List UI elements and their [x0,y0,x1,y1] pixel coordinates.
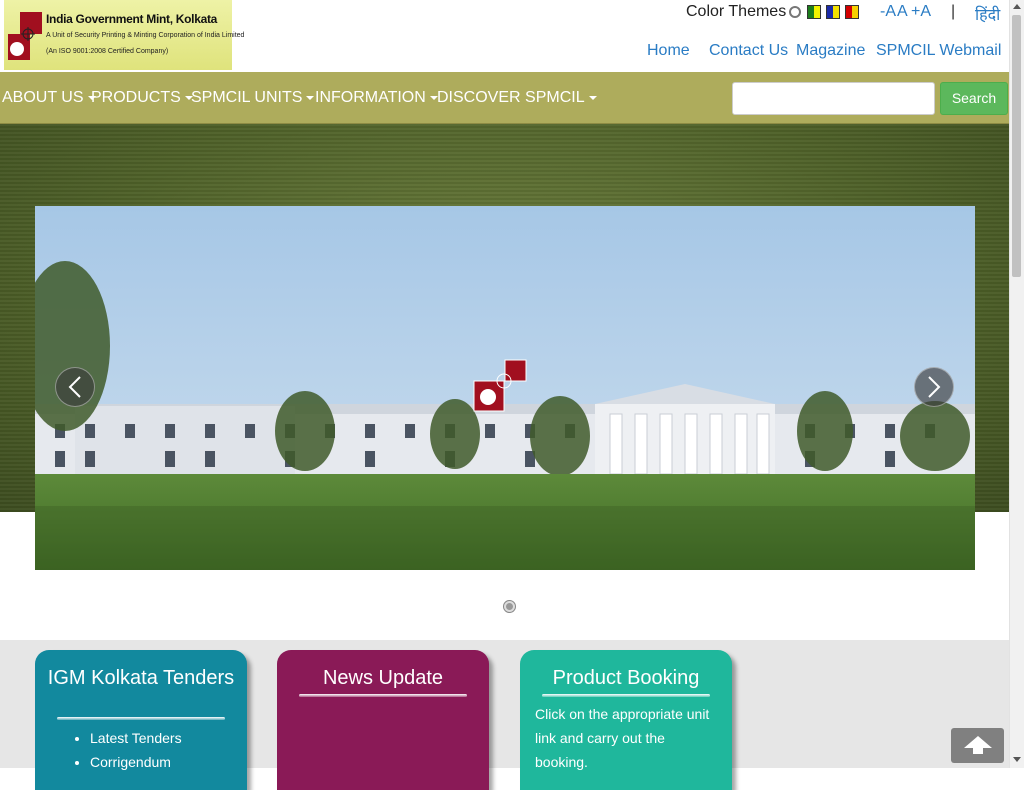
home-link[interactable]: Home [647,42,690,60]
nav-products[interactable]: PRODUCTS [91,89,193,107]
theme-swatch-blue[interactable] [826,5,840,19]
scroll-down-icon[interactable] [1013,757,1021,762]
booking-panel: Product Booking Click on the appropriate… [520,650,732,790]
corrigendum-link[interactable]: Corrigendum [90,750,182,774]
site-logo[interactable]: India Government Mint, Kolkata A Unit of… [4,0,244,70]
font-normal-link[interactable]: A [897,3,908,21]
chevron-right-icon [928,376,941,398]
font-decrease-link[interactable]: -A [880,3,896,21]
font-increase-link[interactable]: +A [911,3,931,21]
mint-building-photo [35,206,975,570]
hindi-language-link[interactable]: हिंदी [975,3,1000,25]
nav-discover-spmcil[interactable]: DISCOVER SPMCIL [437,89,597,107]
page-scrollbar[interactable] [1009,0,1024,768]
booking-panel-text: Click on the appropriate unit link and c… [535,706,710,770]
nav-information[interactable]: INFORMATION [315,89,438,107]
panel-divider [299,694,467,697]
news-panel-title: News Update [322,667,444,689]
scroll-up-icon[interactable] [1013,4,1021,9]
tenders-panel: IGM Kolkata Tenders Latest Tenders Corri… [35,650,247,790]
caret-down-icon [306,95,315,100]
webmail-link[interactable]: SPMCIL Webmail [876,42,1001,60]
mint-logo-icon [8,12,42,60]
panel-divider [57,717,225,720]
latest-tenders-link[interactable]: Latest Tenders [90,726,182,750]
logo-title: India Government Mint, Kolkata [46,12,218,26]
booking-panel-title: Product Booking [552,667,700,689]
color-themes-label: Color Themes [686,3,787,20]
back-to-top-button[interactable] [951,728,1004,763]
nav-spmcil-units-label: SPMCIL UNITS [191,89,303,106]
search-input[interactable] [732,82,935,115]
theme-swatch-green[interactable] [807,5,821,19]
logo-subtitle: A Unit of Security Printing & Minting Co… [46,32,245,39]
nav-about-us[interactable]: ABOUT US [2,89,96,107]
news-panel: News Update [277,650,489,790]
nav-about-us-label: ABOUT US [2,89,84,106]
chevron-left-icon [68,376,81,398]
contact-us-link[interactable]: Contact Us [709,42,788,60]
tenders-panel-title: IGM Kolkata Tenders [47,667,235,689]
carousel-prev-button[interactable] [55,367,95,407]
panel-divider [542,694,710,697]
reset-theme-icon[interactable] [789,6,801,18]
header: India Government Mint, Kolkata A Unit of… [0,0,1009,72]
nav-discover-spmcil-label: DISCOVER SPMCIL [437,89,585,106]
nav-spmcil-units[interactable]: SPMCIL UNITS [191,89,315,107]
carousel-next-button[interactable] [914,367,954,407]
nav-products-label: PRODUCTS [91,89,181,106]
scroll-thumb[interactable] [1012,15,1021,277]
nav-information-label: INFORMATION [315,89,426,106]
logo-certification: (An ISO 9001:2008 Certified Company) [46,48,169,55]
carousel-slide-image [35,206,975,570]
tenders-list: Latest Tenders Corrigendum [90,726,182,774]
carousel-indicator-1[interactable] [504,601,515,612]
theme-swatch-red[interactable] [845,5,859,19]
search-button[interactable]: Search [940,82,1008,115]
separator: | [951,3,956,20]
magazine-link[interactable]: Magazine [796,42,865,60]
arrow-up-icon [964,736,992,754]
caret-down-icon [588,95,597,100]
